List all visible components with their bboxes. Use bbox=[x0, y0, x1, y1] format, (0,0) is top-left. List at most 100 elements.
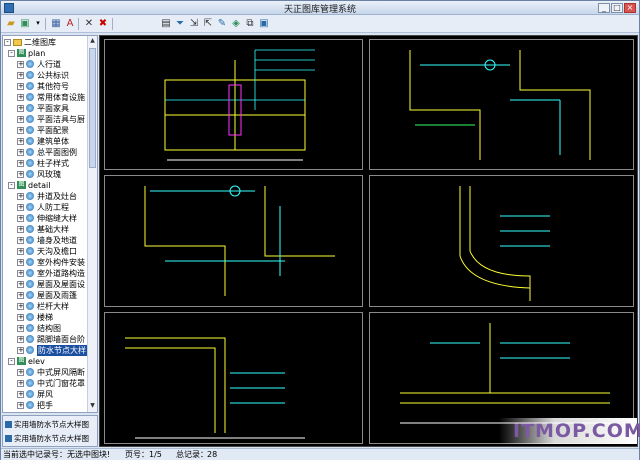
item-icon bbox=[5, 435, 12, 442]
drawing-grid[interactable] bbox=[99, 35, 638, 447]
expand-icon[interactable]: + bbox=[17, 336, 24, 343]
expand-icon[interactable]: + bbox=[17, 325, 24, 332]
tree-item-label: 屋面及屋面设 bbox=[37, 280, 85, 289]
close-icon[interactable]: ✖ bbox=[96, 17, 110, 30]
expand-icon[interactable]: + bbox=[17, 292, 24, 299]
group-icon: 图 bbox=[17, 181, 26, 189]
scroll-down-icon[interactable]: ▼ bbox=[89, 402, 96, 410]
expand-icon[interactable]: + bbox=[17, 347, 24, 354]
item-icon bbox=[26, 126, 34, 134]
select-icon[interactable]: ▤ bbox=[159, 17, 173, 30]
total-label: 总记录： bbox=[176, 450, 208, 459]
grid-view-icon[interactable]: ▦ bbox=[49, 17, 63, 30]
expand-icon[interactable]: + bbox=[17, 215, 24, 222]
collapse-icon[interactable]: - bbox=[4, 39, 11, 46]
item-icon bbox=[26, 368, 34, 376]
collapse-icon[interactable]: - bbox=[8, 182, 15, 189]
tree-item-label: 结构图 bbox=[37, 324, 61, 333]
toolbar-separator bbox=[78, 18, 79, 30]
collapse-icon[interactable]: - bbox=[8, 358, 15, 365]
expand-icon[interactable]: + bbox=[17, 149, 24, 156]
expand-icon[interactable]: + bbox=[17, 61, 24, 68]
dock-item[interactable]: 实用墙防水节点大样图 bbox=[5, 433, 97, 444]
expand-icon[interactable]: + bbox=[17, 160, 24, 167]
expand-icon[interactable]: + bbox=[17, 193, 24, 200]
tree-item-label: 屋面及雨篷 bbox=[37, 291, 77, 300]
dock-item[interactable]: 实用墙防水节点大样图 bbox=[5, 419, 97, 430]
item-icon bbox=[26, 93, 34, 101]
group-label: plan bbox=[28, 49, 46, 58]
toolbar-separator bbox=[45, 18, 46, 30]
filter-icon[interactable]: ⏷ bbox=[173, 17, 187, 30]
new-folder-icon[interactable]: ▣ bbox=[18, 17, 32, 30]
toolbar-separator bbox=[112, 18, 113, 30]
minimize-button[interactable]: _ bbox=[598, 3, 610, 13]
scroll-thumb[interactable] bbox=[89, 48, 96, 168]
tree-item-label: 总平面图例 bbox=[37, 148, 77, 157]
expand-icon[interactable]: + bbox=[17, 237, 24, 244]
expand-icon[interactable]: + bbox=[17, 72, 24, 79]
expand-icon[interactable]: + bbox=[17, 259, 24, 266]
expand-icon[interactable]: + bbox=[17, 380, 24, 387]
item-icon bbox=[26, 71, 34, 79]
settings-icon[interactable]: ▣ bbox=[257, 17, 271, 30]
delete-icon[interactable]: ✕ bbox=[82, 17, 96, 30]
drawing-thumbnail[interactable] bbox=[369, 175, 634, 307]
close-window-button[interactable]: × bbox=[624, 3, 636, 13]
folder-open-icon[interactable]: ▰ bbox=[4, 17, 18, 30]
item-icon bbox=[26, 379, 34, 387]
expand-icon[interactable]: + bbox=[17, 314, 24, 321]
detail-drawing bbox=[144, 185, 335, 296]
item-icon bbox=[26, 214, 34, 222]
expand-icon[interactable]: + bbox=[17, 369, 24, 376]
drawing-thumbnail[interactable] bbox=[104, 175, 363, 307]
collapse-icon[interactable]: - bbox=[8, 50, 15, 57]
tree-item-label: 天沟及檐口 bbox=[37, 247, 77, 256]
expand-icon[interactable]: + bbox=[17, 83, 24, 90]
tag-icon[interactable]: ◈ bbox=[229, 17, 243, 30]
toolbar: ▰ ▣ ▾ ▦ A ✕ ✖ ▤ ⏷ ⇲ ⇱ ✎ ◈ ⧉ ▣ bbox=[1, 15, 639, 33]
tree-scrollbar[interactable]: ▲ ▼ bbox=[87, 36, 97, 412]
item-icon bbox=[26, 302, 34, 310]
expand-icon[interactable]: + bbox=[17, 303, 24, 310]
item-icon bbox=[26, 390, 34, 398]
font-icon[interactable]: A bbox=[63, 17, 77, 30]
expand-icon[interactable]: + bbox=[17, 402, 24, 409]
tree-item-label: 平面配景 bbox=[37, 126, 69, 135]
expand-icon[interactable]: + bbox=[17, 270, 24, 277]
drawing-thumbnail[interactable] bbox=[104, 39, 363, 170]
group-label: elev bbox=[28, 357, 45, 366]
export-icon[interactable]: ⇱ bbox=[201, 17, 215, 30]
expand-icon[interactable]: + bbox=[17, 105, 24, 112]
expand-icon[interactable]: + bbox=[17, 248, 24, 255]
expand-icon[interactable]: + bbox=[17, 391, 24, 398]
expand-icon[interactable]: + bbox=[17, 226, 24, 233]
item-icon bbox=[26, 324, 34, 332]
app-window: 天正图库管理系统 _ □ × ▰ ▣ ▾ ▦ A ✕ ✖ ▤ ⏷ ⇲ ⇱ ✎ ◈… bbox=[0, 0, 640, 460]
expand-icon[interactable]: + bbox=[17, 127, 24, 134]
item-icon bbox=[26, 258, 34, 266]
tree-item-label: 中式屏风隔断 bbox=[37, 368, 85, 377]
selected-record-status: 当前选中记录号：无选中图块! bbox=[3, 450, 111, 459]
item-icon bbox=[26, 192, 34, 200]
scroll-up-icon[interactable]: ▲ bbox=[89, 37, 96, 45]
dropdown-icon[interactable]: ▾ bbox=[31, 17, 45, 30]
expand-icon[interactable]: + bbox=[17, 204, 24, 211]
watermark-text: ITMOP.COM bbox=[513, 420, 640, 442]
maximize-button[interactable]: □ bbox=[611, 3, 623, 13]
tree-item-label: 踢脚墙面台阶 bbox=[37, 335, 85, 344]
drawing-thumbnail[interactable] bbox=[369, 39, 634, 170]
expand-icon[interactable]: + bbox=[17, 281, 24, 288]
expand-icon[interactable]: + bbox=[17, 94, 24, 101]
expand-icon[interactable]: + bbox=[17, 116, 24, 123]
drawing-thumbnail[interactable] bbox=[104, 312, 363, 444]
expand-icon[interactable]: + bbox=[17, 171, 24, 178]
expand-icon[interactable]: + bbox=[17, 138, 24, 145]
import-icon[interactable]: ⇲ bbox=[187, 17, 201, 30]
library-tree[interactable]: - 二维图库 - 图 plan + 人行道 + 公共标识 + 其他符号 + 常用体育设施… bbox=[2, 35, 98, 413]
edit-icon[interactable]: ✎ bbox=[215, 17, 229, 30]
item-icon bbox=[26, 247, 34, 255]
tree-root-label: 二维图库 bbox=[24, 38, 56, 47]
group-icon: 图 bbox=[17, 357, 26, 365]
copy-icon[interactable]: ⧉ bbox=[243, 17, 257, 30]
